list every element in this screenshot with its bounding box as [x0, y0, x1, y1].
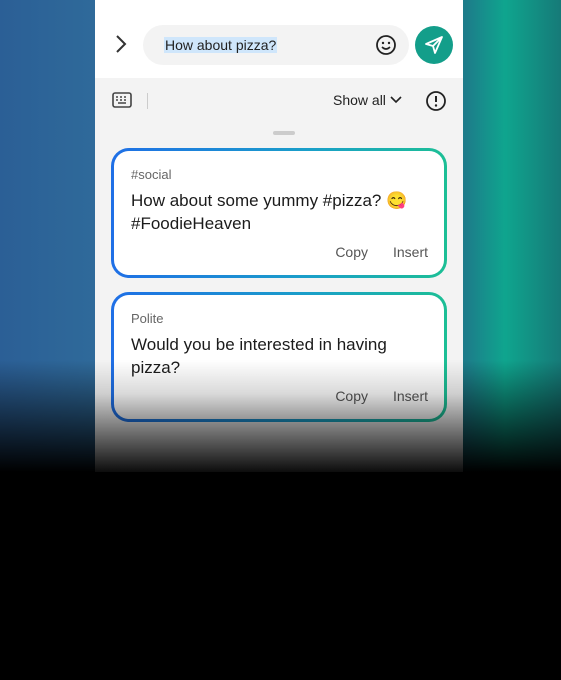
suggestion-text: Would you be interested in having pizza? — [131, 335, 387, 377]
emoji-icon[interactable] — [375, 34, 397, 61]
chevron-right-icon[interactable] — [115, 34, 127, 59]
suggestion-tone: Polite — [131, 311, 164, 326]
copy-button[interactable]: Copy — [335, 244, 368, 260]
message-input[interactable]: How about pizza? — [143, 25, 409, 65]
keyboard-icon[interactable] — [112, 92, 132, 113]
suggestion-text: How about some yummy #pizza? 😋 #FoodieHe… — [131, 191, 408, 233]
show-all-dropdown[interactable]: Show all — [333, 92, 402, 108]
send-icon — [425, 36, 443, 54]
writing-assist-panel: How about pizza? Show all #social How ab… — [95, 0, 463, 472]
assist-toolbar: Show all — [95, 78, 463, 124]
suggestion-card[interactable]: #social How about some yummy #pizza? 😋 #… — [111, 148, 447, 278]
show-all-label: Show all — [333, 92, 386, 108]
message-input-text[interactable]: How about pizza? — [164, 37, 278, 53]
copy-button[interactable]: Copy — [335, 388, 368, 404]
suggestion-card[interactable]: Polite Would you be interested in having… — [111, 292, 447, 422]
compose-bar: How about pizza? — [95, 0, 463, 78]
send-button[interactable] — [415, 26, 453, 64]
info-icon[interactable] — [425, 90, 447, 117]
insert-button[interactable]: Insert — [393, 244, 428, 260]
insert-button[interactable]: Insert — [393, 388, 428, 404]
divider — [147, 93, 148, 109]
chevron-down-icon — [390, 96, 402, 104]
drag-handle[interactable] — [273, 131, 295, 135]
suggestion-tone: #social — [131, 167, 172, 182]
